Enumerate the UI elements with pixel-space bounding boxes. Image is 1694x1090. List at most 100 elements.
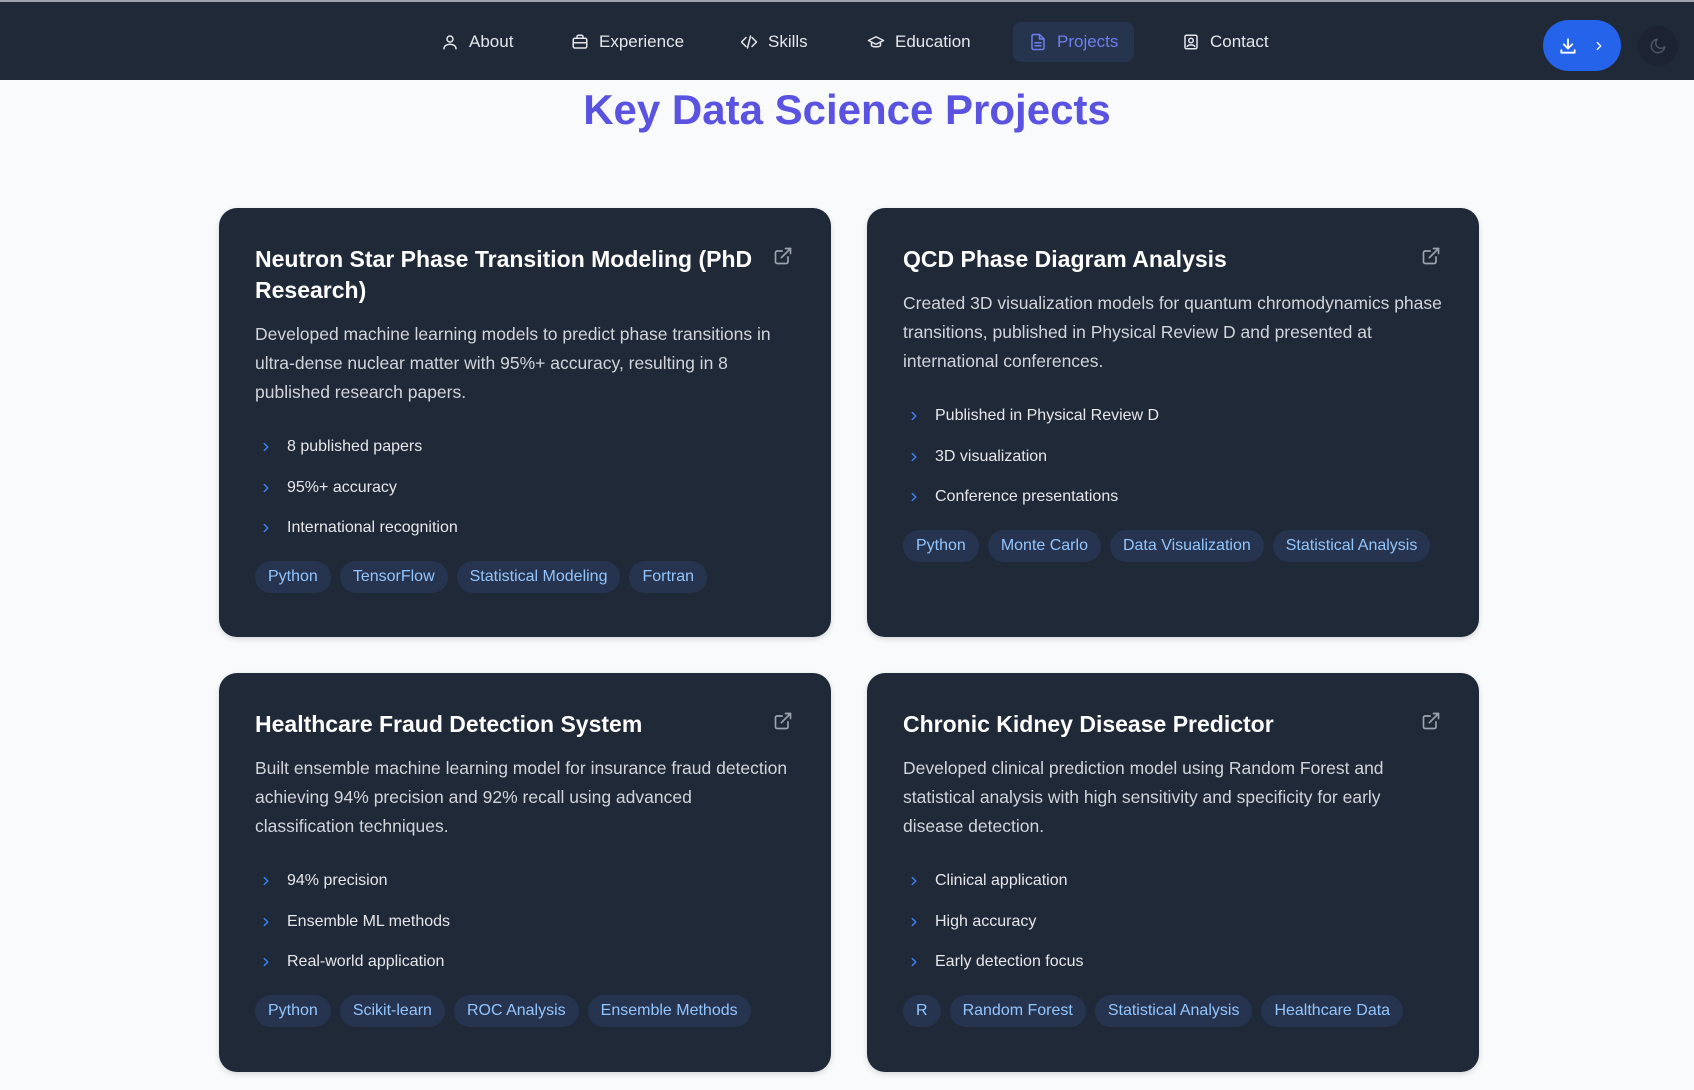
tech-tags: R Random Forest Statistical Analysis Hea… — [903, 994, 1443, 1027]
chevron-right-icon — [263, 877, 269, 886]
nav-item-label: Projects — [1057, 32, 1119, 51]
project-title: Healthcare Fraud Detection System — [255, 711, 643, 737]
highlight-text: 95%+ accuracy — [287, 478, 397, 496]
tech-tag: Data Visualization — [1109, 529, 1264, 562]
graduation-cap-icon — [867, 36, 885, 48]
chevron-right-icon — [911, 917, 917, 926]
moon-icon — [1650, 38, 1666, 54]
highlight-text: Clinical application — [935, 872, 1068, 890]
highlight-text: Real-world application — [287, 953, 445, 971]
highlight-text: 8 published papers — [287, 438, 423, 456]
tech-tag: Fortran — [629, 560, 708, 593]
list-item: 3D visualization — [903, 437, 1443, 478]
document-icon — [1031, 33, 1045, 51]
project-highlights: 8 published papers 95%+ accuracy Interna… — [255, 427, 795, 549]
external-link-icon[interactable] — [773, 711, 793, 731]
chevron-right-icon — [911, 493, 917, 502]
project-title: Chronic Kidney Disease Predictor — [903, 711, 1274, 737]
briefcase-icon — [572, 34, 588, 49]
highlight-text: 94% precision — [287, 872, 388, 890]
chevron-right-icon — [263, 917, 269, 926]
project-card-qcd: QCD Phase Diagram Analysis Created 3D vi… — [867, 208, 1479, 637]
nav-item-label: About — [469, 32, 514, 51]
tech-tags: Python Scikit-learn ROC Analysis Ensembl… — [255, 994, 795, 1027]
nav-item-label: Contact — [1210, 32, 1269, 51]
list-item: Clinical application — [903, 861, 1443, 902]
chevron-right-icon — [1596, 41, 1602, 50]
list-item: Early detection focus — [903, 942, 1443, 983]
nav-item-label: Skills — [768, 32, 808, 51]
chevron-right-icon — [263, 483, 269, 492]
highlight-text: Published in Physical Review D — [935, 407, 1160, 425]
tech-tag: R — [903, 994, 941, 1027]
external-link-icon[interactable] — [1421, 246, 1441, 266]
tech-tag: TensorFlow — [339, 560, 448, 593]
tech-tag: Python — [255, 560, 331, 593]
tech-tag: Statistical Analysis — [1272, 529, 1431, 562]
external-link-icon[interactable] — [773, 246, 793, 266]
list-item: 94% precision — [255, 861, 795, 902]
project-title: Neutron Star Phase Transition Modeling (… — [255, 246, 753, 303]
project-description: Built ensemble machine learning model fo… — [255, 758, 788, 836]
tech-tag: Random Forest — [949, 994, 1086, 1027]
tech-tag: Python — [903, 529, 979, 562]
list-item: Real-world application — [255, 942, 795, 983]
top-navbar: About Experience Skills Education Projec… — [0, 2, 1694, 80]
project-card-neutron-star: Neutron Star Phase Transition Modeling (… — [219, 208, 831, 637]
list-item: 8 published papers — [255, 427, 795, 468]
highlight-text: International recognition — [287, 519, 458, 537]
chevron-right-icon — [911, 412, 917, 421]
project-highlights: Published in Physical Review D 3D visual… — [903, 396, 1443, 518]
project-description: Developed clinical prediction model usin… — [903, 758, 1384, 836]
chevron-right-icon — [911, 452, 917, 461]
highlight-text: High accuracy — [935, 912, 1037, 930]
tech-tag: Statistical Modeling — [456, 560, 621, 593]
highlight-text: 3D visualization — [935, 447, 1048, 465]
page-title: Key Data Science Projects — [583, 86, 1111, 133]
highlight-text: Early detection focus — [935, 953, 1084, 971]
project-card-fraud-detection: Healthcare Fraud Detection System Built … — [219, 673, 831, 1072]
list-item: Published in Physical Review D — [903, 396, 1443, 437]
chevron-right-icon — [263, 958, 269, 967]
download-icon — [1560, 37, 1576, 54]
nav-item-label: Education — [895, 32, 971, 51]
list-item: 95%+ accuracy — [255, 468, 795, 509]
nav-item-projects[interactable]: Projects — [1013, 22, 1135, 62]
list-item: Ensemble ML methods — [255, 902, 795, 943]
tech-tag: Healthcare Data — [1261, 994, 1404, 1027]
nav-item-about[interactable]: About — [425, 22, 529, 62]
highlight-text: Ensemble ML methods — [287, 912, 451, 930]
nav-item-skills[interactable]: Skills — [724, 22, 824, 62]
chevron-right-icon — [263, 524, 269, 533]
external-link-icon[interactable] — [1421, 711, 1441, 731]
tech-tag: Monte Carlo — [987, 529, 1101, 562]
list-item: Conference presentations — [903, 477, 1443, 518]
tech-tags: Python TensorFlow Statistical Modeling F… — [255, 560, 795, 593]
nav-item-contact[interactable]: Contact — [1166, 22, 1285, 62]
chevron-right-icon — [911, 958, 917, 967]
project-description: Created 3D visualization models for quan… — [903, 293, 1442, 371]
user-icon — [443, 35, 457, 50]
nav-item-experience[interactable]: Experience — [555, 22, 700, 62]
nav-item-label: Experience — [599, 32, 685, 51]
tech-tag: Statistical Analysis — [1094, 994, 1253, 1027]
code-icon — [740, 35, 758, 49]
download-resume-button[interactable] — [1543, 20, 1621, 71]
contact-icon — [1184, 34, 1198, 50]
tech-tag: ROC Analysis — [453, 994, 579, 1027]
list-item: High accuracy — [903, 902, 1443, 943]
highlight-text: Conference presentations — [935, 488, 1119, 506]
tech-tag: Python — [255, 994, 331, 1027]
tech-tag: Scikit-learn — [339, 994, 445, 1027]
project-highlights: 94% precision Ensemble ML methods Real-w… — [255, 861, 795, 983]
project-title: QCD Phase Diagram Analysis — [903, 246, 1227, 272]
tech-tag: Ensemble Methods — [587, 994, 751, 1027]
nav-item-education[interactable]: Education — [851, 22, 987, 62]
project-description: Developed machine learning models to pre… — [255, 324, 771, 402]
chevron-right-icon — [911, 877, 917, 886]
project-highlights: Clinical application High accuracy Early… — [903, 861, 1443, 983]
theme-toggle-button[interactable] — [1638, 26, 1678, 66]
tech-tags: Python Monte Carlo Data Visualization St… — [903, 529, 1443, 562]
chevron-right-icon — [263, 443, 269, 452]
project-card-kidney-disease: Chronic Kidney Disease Predictor Develop… — [867, 673, 1479, 1072]
